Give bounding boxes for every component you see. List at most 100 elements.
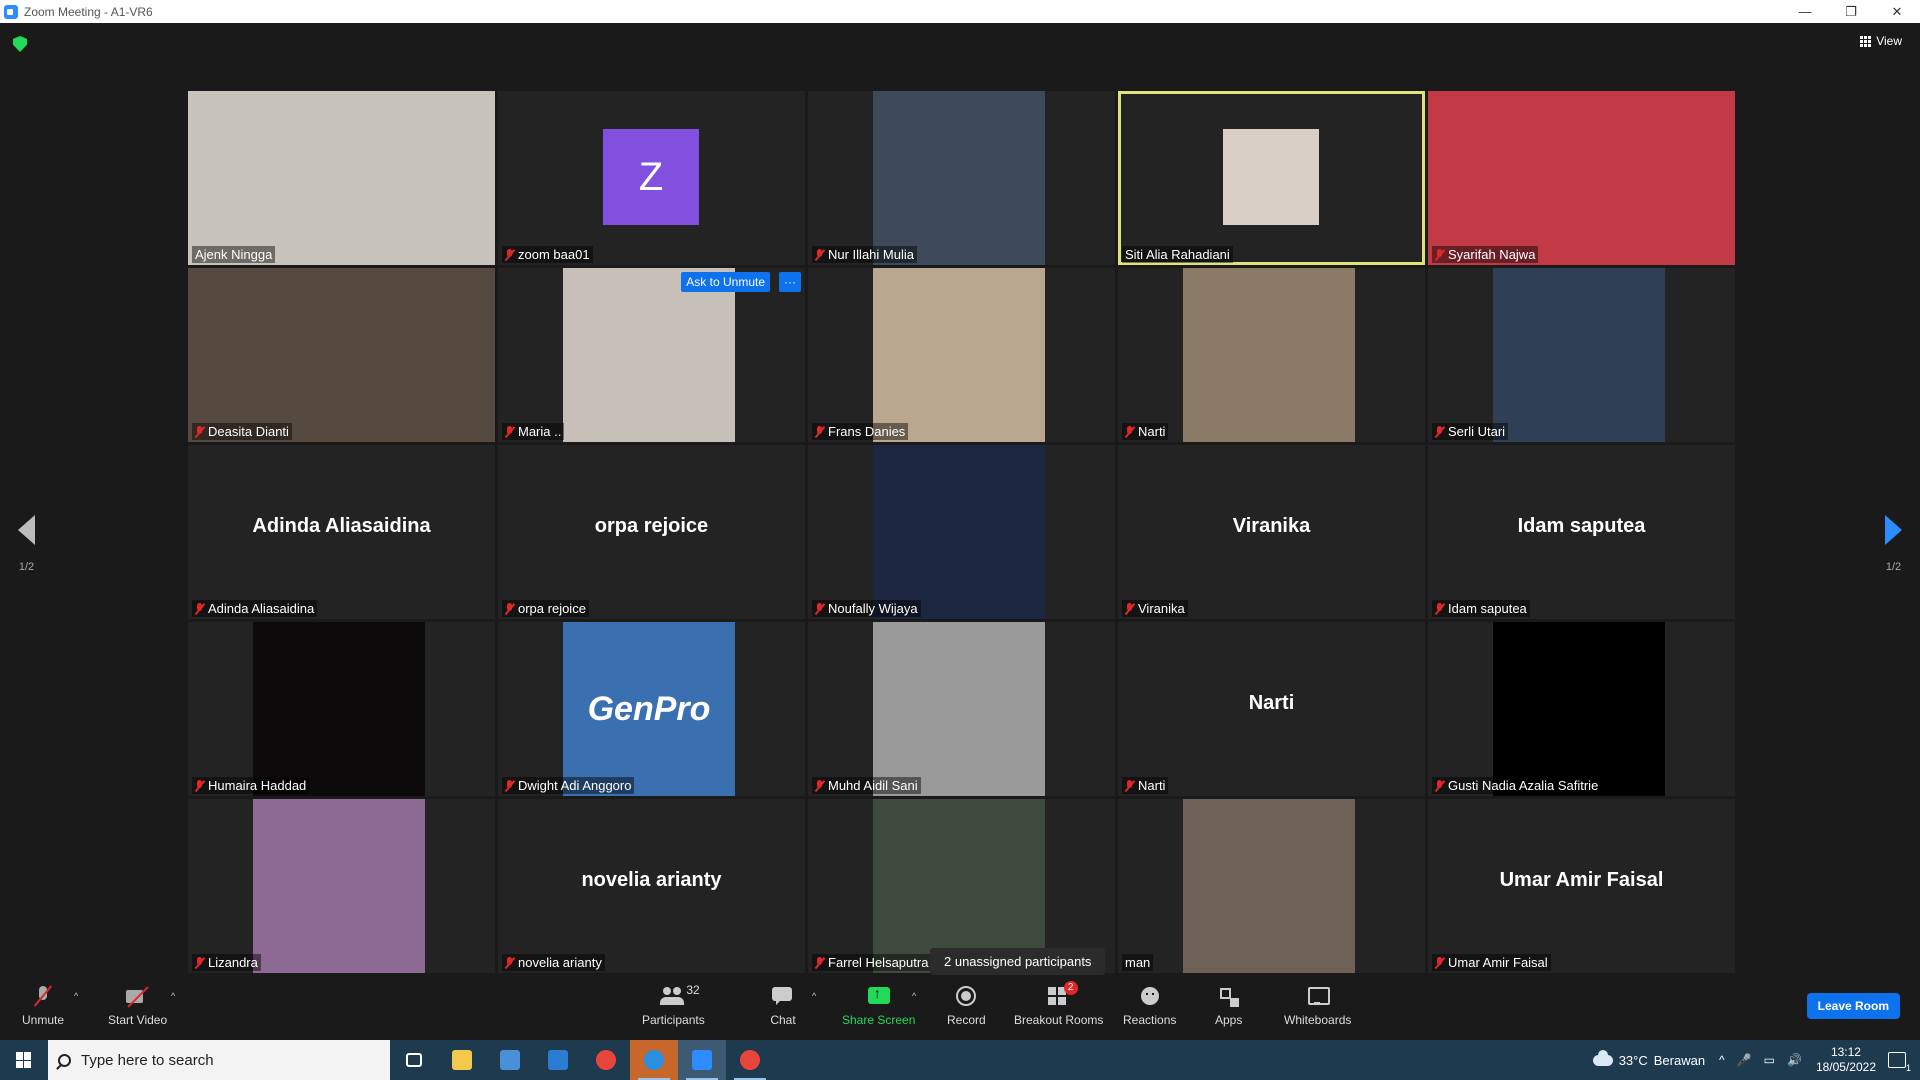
start-video-button[interactable]: Start Video	[108, 985, 167, 1027]
participant-name: Deasita Dianti	[208, 424, 289, 439]
breakout-rooms-label: Breakout Rooms	[1014, 1013, 1104, 1027]
task-view-icon	[406, 1053, 422, 1067]
participant-name: Syarifah Najwa	[1448, 247, 1536, 262]
leave-room-button[interactable]: Leave Room	[1806, 993, 1900, 1019]
volume-icon[interactable]: 🔊	[1787, 1053, 1802, 1067]
file-explorer-button[interactable]	[438, 1040, 486, 1080]
participant-tile[interactable]: Deasita Dianti	[188, 268, 495, 442]
weather-temp: 33°C	[1618, 1052, 1648, 1068]
taskbar-clock[interactable]: 13:12 18/05/2022	[1816, 1045, 1876, 1075]
participant-profile-photo	[1223, 129, 1319, 225]
share-screen-icon	[866, 985, 892, 1009]
participant-video	[873, 622, 1045, 796]
network-icon[interactable]: ▭	[1764, 1053, 1775, 1067]
participant-tile[interactable]: Muhd Aidil Sani	[808, 622, 1115, 796]
task-view-button[interactable]	[390, 1040, 438, 1080]
show-hidden-icons-chevron-icon[interactable]: ^	[1719, 1053, 1725, 1067]
weather-widget[interactable]: 33°C Berawan	[1592, 1049, 1705, 1068]
mic-muted-icon	[195, 956, 204, 969]
participant-tile[interactable]: Umar Amir Faisal Umar Amir Faisal	[1428, 799, 1735, 973]
participant-tile[interactable]: Zzoom baa01	[498, 91, 805, 265]
taskbar-search-box[interactable]: Type here to search	[48, 1040, 390, 1080]
whiteboards-button[interactable]: Whiteboards	[1284, 985, 1351, 1027]
participant-name-label: Syarifah Najwa	[1432, 246, 1539, 263]
close-button[interactable]: ✕	[1874, 0, 1920, 23]
participant-video	[873, 799, 1045, 973]
participant-tile[interactable]: Gusti Nadia Azalia Safitrie	[1428, 622, 1735, 796]
participant-tile[interactable]: Idam saputea Idam saputea	[1428, 445, 1735, 619]
view-button[interactable]: View	[1860, 34, 1902, 48]
audio-options-caret[interactable]: ^	[74, 991, 78, 1001]
participant-tile[interactable]: Viranika Viranika	[1118, 445, 1425, 619]
notifications-icon[interactable]: 1	[1888, 1052, 1911, 1073]
chat-button[interactable]: Chat	[770, 985, 796, 1027]
participant-video	[873, 445, 1045, 619]
video-options-caret[interactable]: ^	[171, 991, 175, 1001]
record-button[interactable]: Record	[947, 985, 986, 1027]
participant-tile[interactable]: Lizandra	[188, 799, 495, 973]
microsoft-store-button[interactable]	[486, 1040, 534, 1080]
mic-muted-icon	[815, 425, 824, 438]
video-gallery: Ajenk Ningga Zzoom baa01 Nur Illahi Mulia S…	[188, 91, 1735, 976]
ask-to-unmute-button[interactable]: Ask to Unmute	[681, 272, 770, 292]
security-shield-icon[interactable]	[13, 36, 27, 52]
participant-name-label: Noufally Wijaya	[812, 600, 921, 617]
participant-name: Farrel Helsaputra	[828, 955, 929, 970]
whiteboard-icon	[1305, 985, 1331, 1009]
participant-tile[interactable]: Siti Alia Rahadiani	[1118, 91, 1425, 265]
teamviewer-button[interactable]	[630, 1040, 678, 1080]
participant-name-label: Ajenk Ningga	[192, 246, 276, 263]
arrow-left-icon	[18, 515, 35, 545]
participant-name: Noufally Wijaya	[828, 601, 918, 616]
participants-icon: 32	[660, 983, 700, 1009]
breakout-rooms-button[interactable]: 2 Breakout Rooms	[1014, 981, 1104, 1027]
participant-tile[interactable]: Frans Danies	[808, 268, 1115, 442]
participant-tile[interactable]: Ajenk Ningga	[188, 91, 495, 265]
share-options-caret[interactable]: ^	[912, 991, 916, 1001]
chat-options-caret[interactable]: ^	[812, 991, 816, 1001]
participant-tile[interactable]: GenPro Dwight Adi Anggoro	[498, 622, 805, 796]
unmute-button[interactable]: Unmute	[22, 985, 64, 1027]
restore-button[interactable]: ❐	[1828, 0, 1874, 23]
participants-button[interactable]: 32 Participants	[642, 983, 705, 1027]
chrome-profile-button[interactable]	[726, 1040, 774, 1080]
view-label: View	[1876, 34, 1902, 48]
page-indicator-right: 1/2	[1885, 561, 1902, 573]
microphone-icon[interactable]: 🎤	[1737, 1053, 1752, 1067]
start-button[interactable]	[0, 1040, 48, 1080]
share-screen-button[interactable]: Share Screen	[842, 985, 915, 1027]
mail-button[interactable]	[534, 1040, 582, 1080]
participant-tile[interactable]: Noufally Wijaya	[808, 445, 1115, 619]
participant-name-label: Adinda Aliasaidina	[192, 600, 318, 617]
participant-tile[interactable]: orpa rejoice orpa rejoice	[498, 445, 805, 619]
participant-tile[interactable]: Serli Utari	[1428, 268, 1735, 442]
participant-tile[interactable]: Nur Illahi Mulia	[808, 91, 1115, 265]
participant-tile[interactable]: novelia arianty novelia arianty	[498, 799, 805, 973]
participant-video	[1428, 91, 1735, 265]
chrome-button[interactable]	[582, 1040, 630, 1080]
window-controls: — ❐ ✕	[1782, 0, 1920, 23]
participant-tile[interactable]: Syarifah Najwa	[1428, 91, 1735, 265]
participant-tile[interactable]: Narti	[1118, 268, 1425, 442]
apps-button[interactable]: Apps	[1215, 985, 1242, 1027]
participant-tile[interactable]: Adinda Aliasaidina Adinda Aliasaidina	[188, 445, 495, 619]
participant-tile[interactable]: Narti Narti	[1118, 622, 1425, 796]
notification-count: 1	[1905, 1063, 1911, 1073]
previous-page-button[interactable]: 1/2	[18, 515, 35, 573]
next-page-button[interactable]: 1/2	[1885, 515, 1902, 573]
participant-tile[interactable]: Humaira Haddad	[188, 622, 495, 796]
participant-name-label: Narti	[1122, 423, 1169, 440]
participant-name: Maria ..	[518, 424, 562, 439]
participants-count: 32	[686, 983, 700, 997]
participant-name: Dwight Adi Anggoro	[518, 778, 632, 793]
minimize-button[interactable]: —	[1782, 0, 1828, 23]
more-options-button[interactable]: ···	[779, 272, 801, 292]
participant-tile[interactable]: Ask to Unmute ··· Maria ..	[498, 268, 805, 442]
zoom-taskbar-button[interactable]	[678, 1040, 726, 1080]
participant-video	[873, 268, 1045, 442]
mic-muted-icon	[1435, 956, 1444, 969]
participant-tile[interactable]: Farrel Helsaputra	[808, 799, 1115, 973]
reactions-button[interactable]: Reactions	[1123, 985, 1176, 1027]
participant-tile[interactable]: man	[1118, 799, 1425, 973]
participant-name-label: Muhd Aidil Sani	[812, 777, 921, 794]
